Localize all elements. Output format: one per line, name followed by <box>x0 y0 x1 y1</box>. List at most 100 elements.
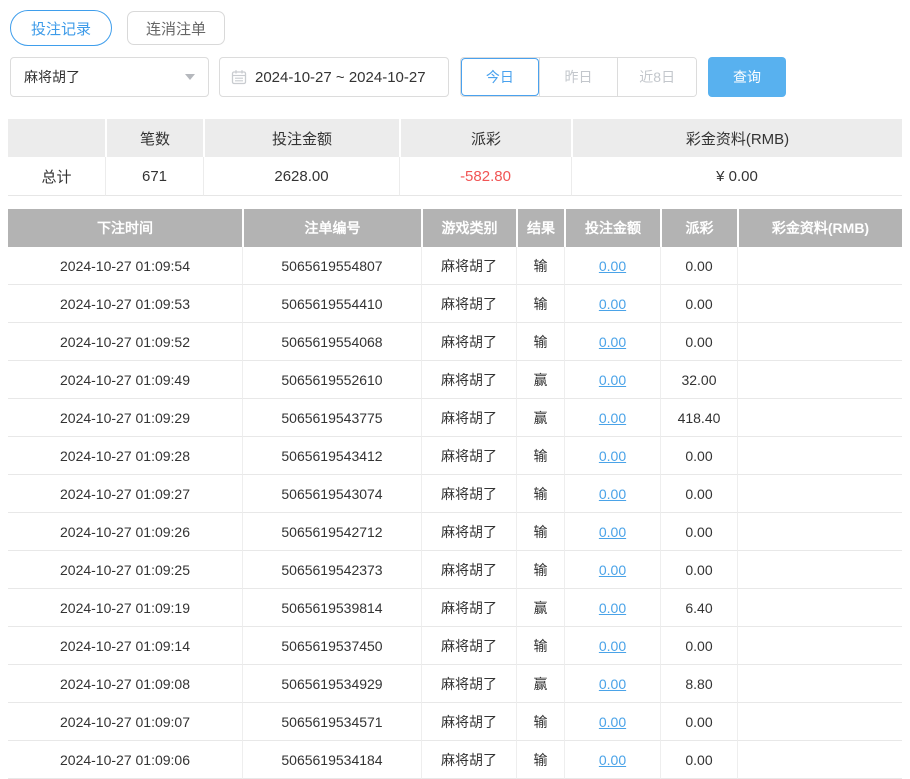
cell-bet-amount: 0.00 <box>564 361 660 399</box>
chevron-down-icon <box>185 74 195 80</box>
cell-time: 2024-10-27 01:09:53 <box>8 285 242 323</box>
cell-payout: 8.80 <box>660 665 737 703</box>
cell-result: 赢 <box>516 361 564 399</box>
table-row: 2024-10-27 01:09:495065619552610麻将胡了赢0.0… <box>8 361 902 399</box>
game-select-value: 麻将胡了 <box>24 67 80 87</box>
cell-order-no: 5065619554410 <box>242 285 421 323</box>
records-column-header: 下注时间 <box>8 209 242 247</box>
bet-amount-link[interactable]: 0.00 <box>599 562 626 578</box>
summary-bonus: ¥ 0.00 <box>571 157 902 196</box>
cell-time: 2024-10-27 01:09:14 <box>8 627 242 665</box>
cell-bonus <box>737 475 902 513</box>
cell-payout: 32.00 <box>660 361 737 399</box>
cell-game: 麻将胡了 <box>421 703 516 741</box>
today-button[interactable]: 今日 <box>461 58 539 96</box>
table-row: 2024-10-27 01:09:545065619554807麻将胡了输0.0… <box>8 247 902 285</box>
cell-result: 输 <box>516 247 564 285</box>
bet-amount-link[interactable]: 0.00 <box>599 676 626 692</box>
cell-payout: 0.00 <box>660 323 737 361</box>
cell-time: 2024-10-27 01:09:26 <box>8 513 242 551</box>
query-button[interactable]: 查询 <box>708 57 786 97</box>
cell-payout: 0.00 <box>660 437 737 475</box>
cell-bet-amount: 0.00 <box>564 551 660 589</box>
cell-payout: 0.00 <box>660 627 737 665</box>
cell-bonus <box>737 361 902 399</box>
bet-amount-link[interactable]: 0.00 <box>599 372 626 388</box>
summary-column-header: 派彩 <box>399 119 571 157</box>
cell-result: 输 <box>516 437 564 475</box>
cell-bonus <box>737 703 902 741</box>
cell-time: 2024-10-27 01:09:29 <box>8 399 242 437</box>
bet-amount-link[interactable]: 0.00 <box>599 486 626 502</box>
cell-time: 2024-10-27 01:09:06 <box>8 741 242 779</box>
cell-game: 麻将胡了 <box>421 247 516 285</box>
summary-payout: -582.80 <box>399 157 571 196</box>
bet-amount-link[interactable]: 0.00 <box>599 752 626 768</box>
records-column-header: 游戏类别 <box>421 209 516 247</box>
cell-order-no: 5065619534571 <box>242 703 421 741</box>
summary-total-label: 总计 <box>8 157 105 196</box>
cell-payout: 0.00 <box>660 475 737 513</box>
cell-bet-amount: 0.00 <box>564 665 660 703</box>
cell-game: 麻将胡了 <box>421 399 516 437</box>
cell-game: 麻将胡了 <box>421 589 516 627</box>
summary-count: 671 <box>105 157 203 196</box>
cell-game: 麻将胡了 <box>421 741 516 779</box>
bet-amount-link[interactable]: 0.00 <box>599 258 626 274</box>
cell-bet-amount: 0.00 <box>564 475 660 513</box>
cell-order-no: 5065619543775 <box>242 399 421 437</box>
cell-game: 麻将胡了 <box>421 475 516 513</box>
cell-result: 输 <box>516 285 564 323</box>
bet-amount-link[interactable]: 0.00 <box>599 600 626 616</box>
records-table: 下注时间注单编号游戏类别结果投注金额派彩彩金资料(RMB) 2024-10-27… <box>8 209 902 779</box>
bet-amount-link[interactable]: 0.00 <box>599 410 626 426</box>
last-8-days-button[interactable]: 近8日 <box>617 58 696 96</box>
bet-amount-link[interactable]: 0.00 <box>599 524 626 540</box>
cell-bet-amount: 0.00 <box>564 589 660 627</box>
cell-bonus <box>737 513 902 551</box>
cell-game: 麻将胡了 <box>421 323 516 361</box>
cell-order-no: 5065619542712 <box>242 513 421 551</box>
tab-cancelled-orders[interactable]: 连消注单 <box>127 11 225 45</box>
table-row: 2024-10-27 01:09:195065619539814麻将胡了赢0.0… <box>8 589 902 627</box>
cell-payout: 0.00 <box>660 285 737 323</box>
date-range-input[interactable]: 2024-10-27 ~ 2024-10-27 <box>219 57 449 97</box>
cell-bet-amount: 0.00 <box>564 513 660 551</box>
table-row: 2024-10-27 01:09:535065619554410麻将胡了输0.0… <box>8 285 902 323</box>
summary-header-row: 笔数投注金额派彩彩金资料(RMB) <box>8 119 902 157</box>
cell-time: 2024-10-27 01:09:49 <box>8 361 242 399</box>
bet-amount-link[interactable]: 0.00 <box>599 448 626 464</box>
tab-betting-records[interactable]: 投注记录 <box>10 10 112 46</box>
cell-game: 麻将胡了 <box>421 665 516 703</box>
cell-payout: 0.00 <box>660 551 737 589</box>
cell-bet-amount: 0.00 <box>564 247 660 285</box>
cell-bonus <box>737 285 902 323</box>
cell-order-no: 5065619552610 <box>242 361 421 399</box>
cell-result: 输 <box>516 323 564 361</box>
cell-order-no: 5065619539814 <box>242 589 421 627</box>
cell-game: 麻将胡了 <box>421 513 516 551</box>
records-body: 2024-10-27 01:09:545065619554807麻将胡了输0.0… <box>8 247 902 779</box>
game-select[interactable]: 麻将胡了 <box>10 57 209 97</box>
bet-amount-link[interactable]: 0.00 <box>599 714 626 730</box>
table-row: 2024-10-27 01:09:075065619534571麻将胡了输0.0… <box>8 703 902 741</box>
cell-bonus <box>737 741 902 779</box>
cell-bonus <box>737 551 902 589</box>
bet-amount-link[interactable]: 0.00 <box>599 334 626 350</box>
bet-amount-link[interactable]: 0.00 <box>599 638 626 654</box>
cell-time: 2024-10-27 01:09:08 <box>8 665 242 703</box>
records-column-header: 派彩 <box>660 209 737 247</box>
table-row: 2024-10-27 01:09:145065619537450麻将胡了输0.0… <box>8 627 902 665</box>
cell-payout: 6.40 <box>660 589 737 627</box>
bet-amount-link[interactable]: 0.00 <box>599 296 626 312</box>
date-range-value: 2024-10-27 ~ 2024-10-27 <box>255 69 426 86</box>
cell-time: 2024-10-27 01:09:25 <box>8 551 242 589</box>
cell-payout: 418.40 <box>660 399 737 437</box>
records-column-header: 投注金额 <box>564 209 660 247</box>
records-column-header: 结果 <box>516 209 564 247</box>
table-row: 2024-10-27 01:09:525065619554068麻将胡了输0.0… <box>8 323 902 361</box>
records-column-header: 注单编号 <box>242 209 421 247</box>
yesterday-button[interactable]: 昨日 <box>539 58 618 96</box>
table-row: 2024-10-27 01:09:255065619542373麻将胡了输0.0… <box>8 551 902 589</box>
cell-bet-amount: 0.00 <box>564 741 660 779</box>
